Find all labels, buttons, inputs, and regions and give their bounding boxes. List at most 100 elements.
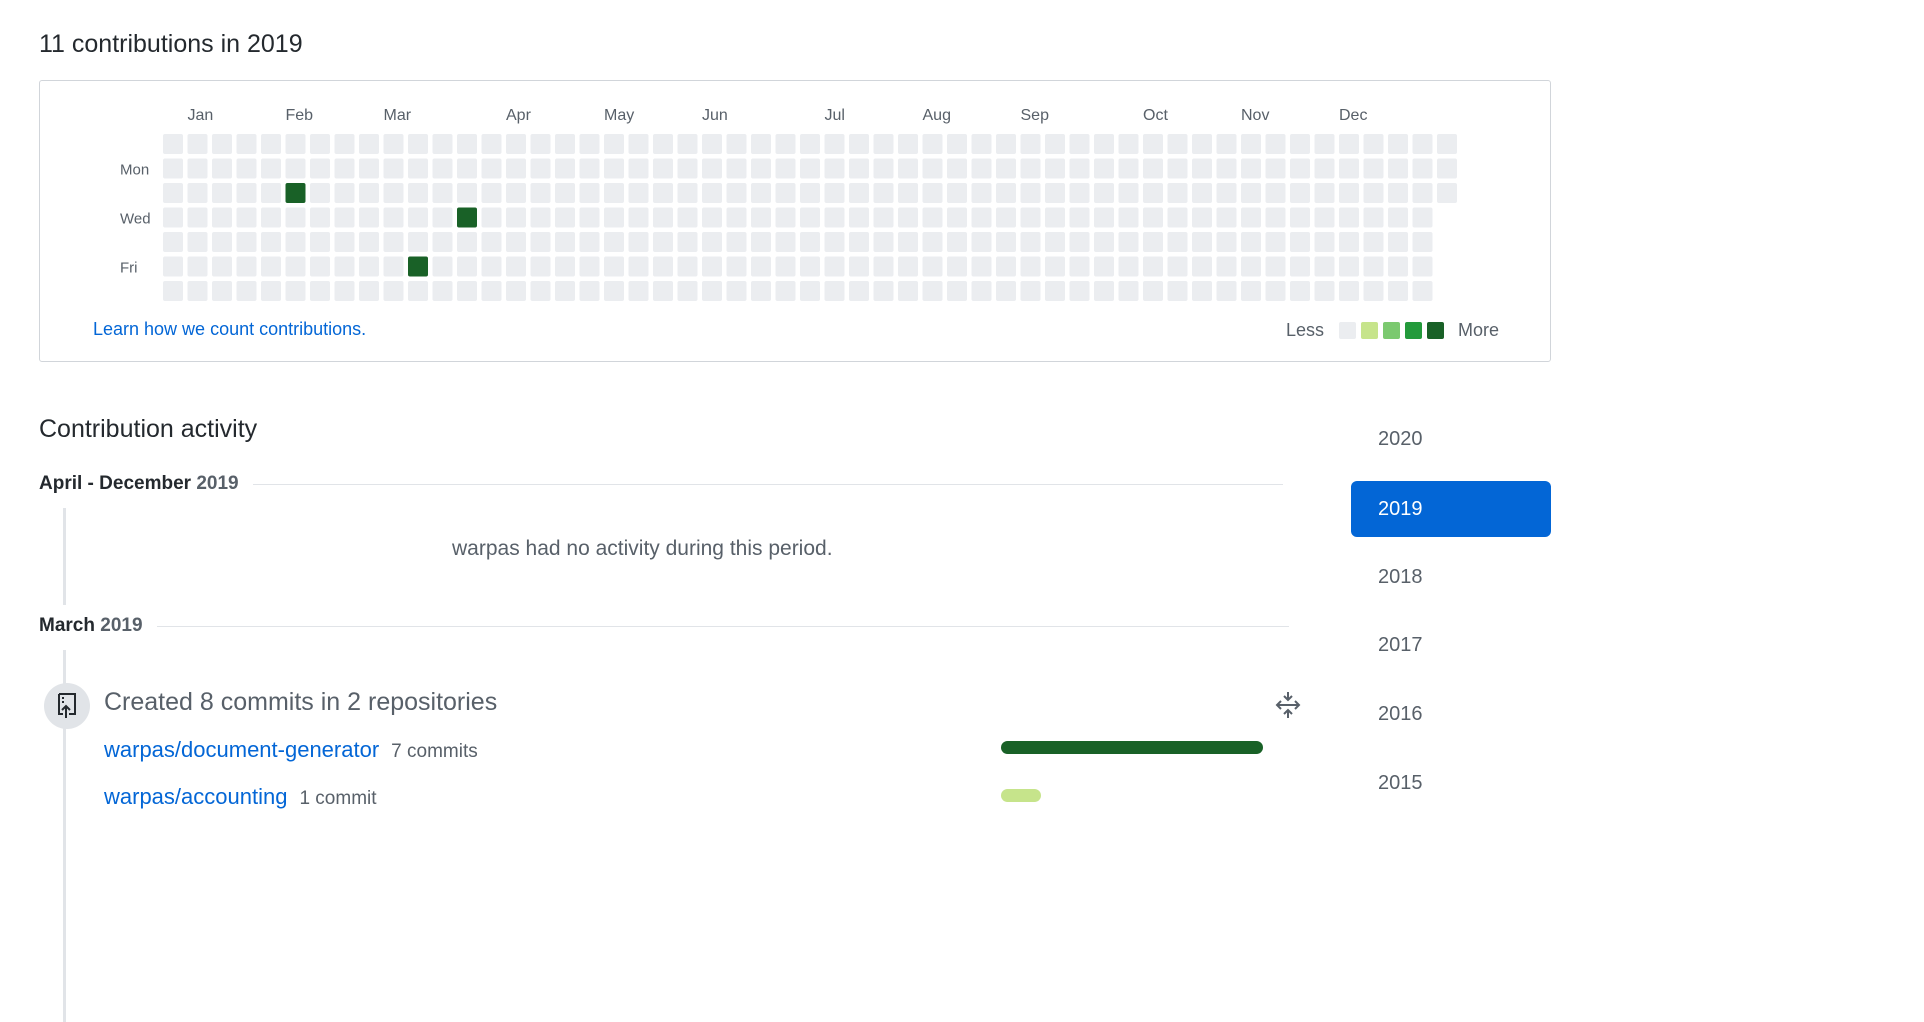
calendar-day-cell[interactable]	[677, 256, 698, 277]
calendar-day-cell[interactable]	[1339, 281, 1359, 301]
calendar-day-cell[interactable]	[555, 256, 575, 277]
calendar-day-cell[interactable]	[628, 183, 649, 203]
calendar-day-cell[interactable]	[1045, 281, 1065, 301]
calendar-day-cell[interactable]	[1143, 256, 1163, 277]
calendar-day-cell[interactable]	[1339, 134, 1359, 154]
calendar-day-cell[interactable]	[163, 256, 183, 277]
calendar-day-cell[interactable]	[1167, 158, 1188, 179]
calendar-day-cell[interactable]	[628, 158, 649, 179]
calendar-day-cell[interactable]	[261, 183, 281, 203]
calendar-day-cell[interactable]	[873, 281, 894, 301]
calendar-day-cell[interactable]	[187, 256, 208, 277]
calendar-day-cell[interactable]	[751, 158, 771, 179]
calendar-day-cell[interactable]	[751, 134, 771, 154]
calendar-day-cell[interactable]	[800, 158, 820, 179]
calendar-day-cell[interactable]	[1290, 183, 1310, 203]
calendar-day-cell[interactable]	[359, 281, 379, 301]
calendar-day-cell[interactable]	[334, 183, 355, 203]
calendar-day-cell[interactable]	[1192, 183, 1212, 203]
calendar-day-cell[interactable]	[922, 232, 943, 252]
calendar-day-cell[interactable]	[1241, 207, 1261, 228]
year-link-2017[interactable]: 2017	[1351, 617, 1551, 673]
calendar-day-cell[interactable]	[457, 183, 477, 203]
calendar-day-cell[interactable]	[1020, 256, 1041, 277]
calendar-day-cell[interactable]	[310, 281, 330, 301]
calendar-day-cell[interactable]	[1045, 183, 1065, 203]
calendar-day-cell[interactable]	[334, 158, 355, 179]
calendar-day-cell[interactable]	[873, 183, 894, 203]
calendar-day-cell[interactable]	[996, 232, 1016, 252]
calendar-day-cell[interactable]	[506, 256, 526, 277]
calendar-day-cell[interactable]	[702, 134, 722, 154]
calendar-day-cell[interactable]	[408, 232, 428, 252]
calendar-day-cell[interactable]	[947, 207, 967, 228]
calendar-day-cell[interactable]	[1167, 281, 1188, 301]
calendar-day-cell[interactable]	[1045, 158, 1065, 179]
calendar-day-cell[interactable]	[971, 256, 992, 277]
calendar-day-cell[interactable]	[1388, 207, 1408, 228]
calendar-day-cell[interactable]	[481, 183, 502, 203]
calendar-day-cell[interactable]	[824, 134, 845, 154]
calendar-day-cell[interactable]	[628, 256, 649, 277]
calendar-day-cell[interactable]	[922, 134, 943, 154]
calendar-day-cell[interactable]	[1094, 207, 1114, 228]
calendar-day-cell[interactable]	[1069, 134, 1090, 154]
calendar-day-cell[interactable]	[481, 256, 502, 277]
calendar-day-cell[interactable]	[457, 158, 477, 179]
year-link-2020[interactable]: 2020	[1351, 411, 1551, 467]
calendar-day-cell[interactable]	[1388, 256, 1408, 277]
calendar-day-cell[interactable]	[971, 232, 992, 252]
calendar-day-cell[interactable]	[947, 256, 967, 277]
calendar-day-cell[interactable]	[751, 183, 771, 203]
calendar-day-cell[interactable]	[1388, 158, 1408, 179]
calendar-day-cell[interactable]	[1192, 134, 1212, 154]
calendar-day-cell[interactable]	[1143, 134, 1163, 154]
calendar-day-cell[interactable]	[653, 256, 673, 277]
calendar-day-cell[interactable]	[604, 281, 624, 301]
learn-contributions-link[interactable]: Learn how we count contributions.	[93, 319, 366, 340]
calendar-day-cell[interactable]	[653, 281, 673, 301]
calendar-day-cell[interactable]	[702, 207, 722, 228]
calendar-day-cell[interactable]	[1143, 232, 1163, 252]
calendar-day-cell[interactable]	[359, 232, 379, 252]
calendar-day-cell[interactable]	[775, 158, 796, 179]
calendar-day-cell[interactable]	[432, 256, 453, 277]
calendar-day-cell[interactable]	[849, 232, 869, 252]
calendar-day-cell[interactable]	[1437, 158, 1457, 179]
calendar-day-cell[interactable]	[751, 256, 771, 277]
calendar-day-cell[interactable]	[1241, 183, 1261, 203]
calendar-day-cell[interactable]	[1094, 183, 1114, 203]
calendar-day-cell[interactable]	[285, 158, 306, 179]
calendar-day-cell[interactable]	[873, 232, 894, 252]
calendar-day-cell[interactable]	[212, 158, 232, 179]
calendar-day-cell[interactable]	[1118, 158, 1139, 179]
calendar-day-cell[interactable]	[1143, 183, 1163, 203]
calendar-day-cell[interactable]	[530, 281, 551, 301]
calendar-day-cell[interactable]	[1290, 256, 1310, 277]
calendar-day-cell[interactable]	[1412, 207, 1433, 228]
calendar-day-cell[interactable]	[1167, 256, 1188, 277]
calendar-day-cell[interactable]	[677, 232, 698, 252]
calendar-day-cell[interactable]	[285, 281, 306, 301]
calendar-day-cell[interactable]	[457, 281, 477, 301]
calendar-day-cell[interactable]	[996, 158, 1016, 179]
calendar-day-cell[interactable]	[1388, 232, 1408, 252]
calendar-day-cell[interactable]	[310, 183, 330, 203]
calendar-day-cell[interactable]	[1118, 256, 1139, 277]
calendar-day-cell[interactable]	[1045, 134, 1065, 154]
calendar-day-cell[interactable]	[971, 134, 992, 154]
calendar-day-cell[interactable]	[775, 281, 796, 301]
calendar-day-cell[interactable]	[212, 281, 232, 301]
calendar-day-cell[interactable]	[212, 183, 232, 203]
calendar-day-cell[interactable]	[922, 281, 943, 301]
calendar-day-cell[interactable]	[432, 183, 453, 203]
calendar-day-cell[interactable]	[1094, 232, 1114, 252]
calendar-day-cell[interactable]	[1314, 281, 1335, 301]
calendar-day-cell[interactable]	[1290, 281, 1310, 301]
calendar-day-cell[interactable]	[408, 134, 428, 154]
calendar-day-cell[interactable]	[163, 281, 183, 301]
calendar-day-cell[interactable]	[1437, 183, 1457, 203]
calendar-day-cell[interactable]	[187, 281, 208, 301]
calendar-day-cell[interactable]	[383, 183, 404, 203]
calendar-day-cell[interactable]	[408, 158, 428, 179]
